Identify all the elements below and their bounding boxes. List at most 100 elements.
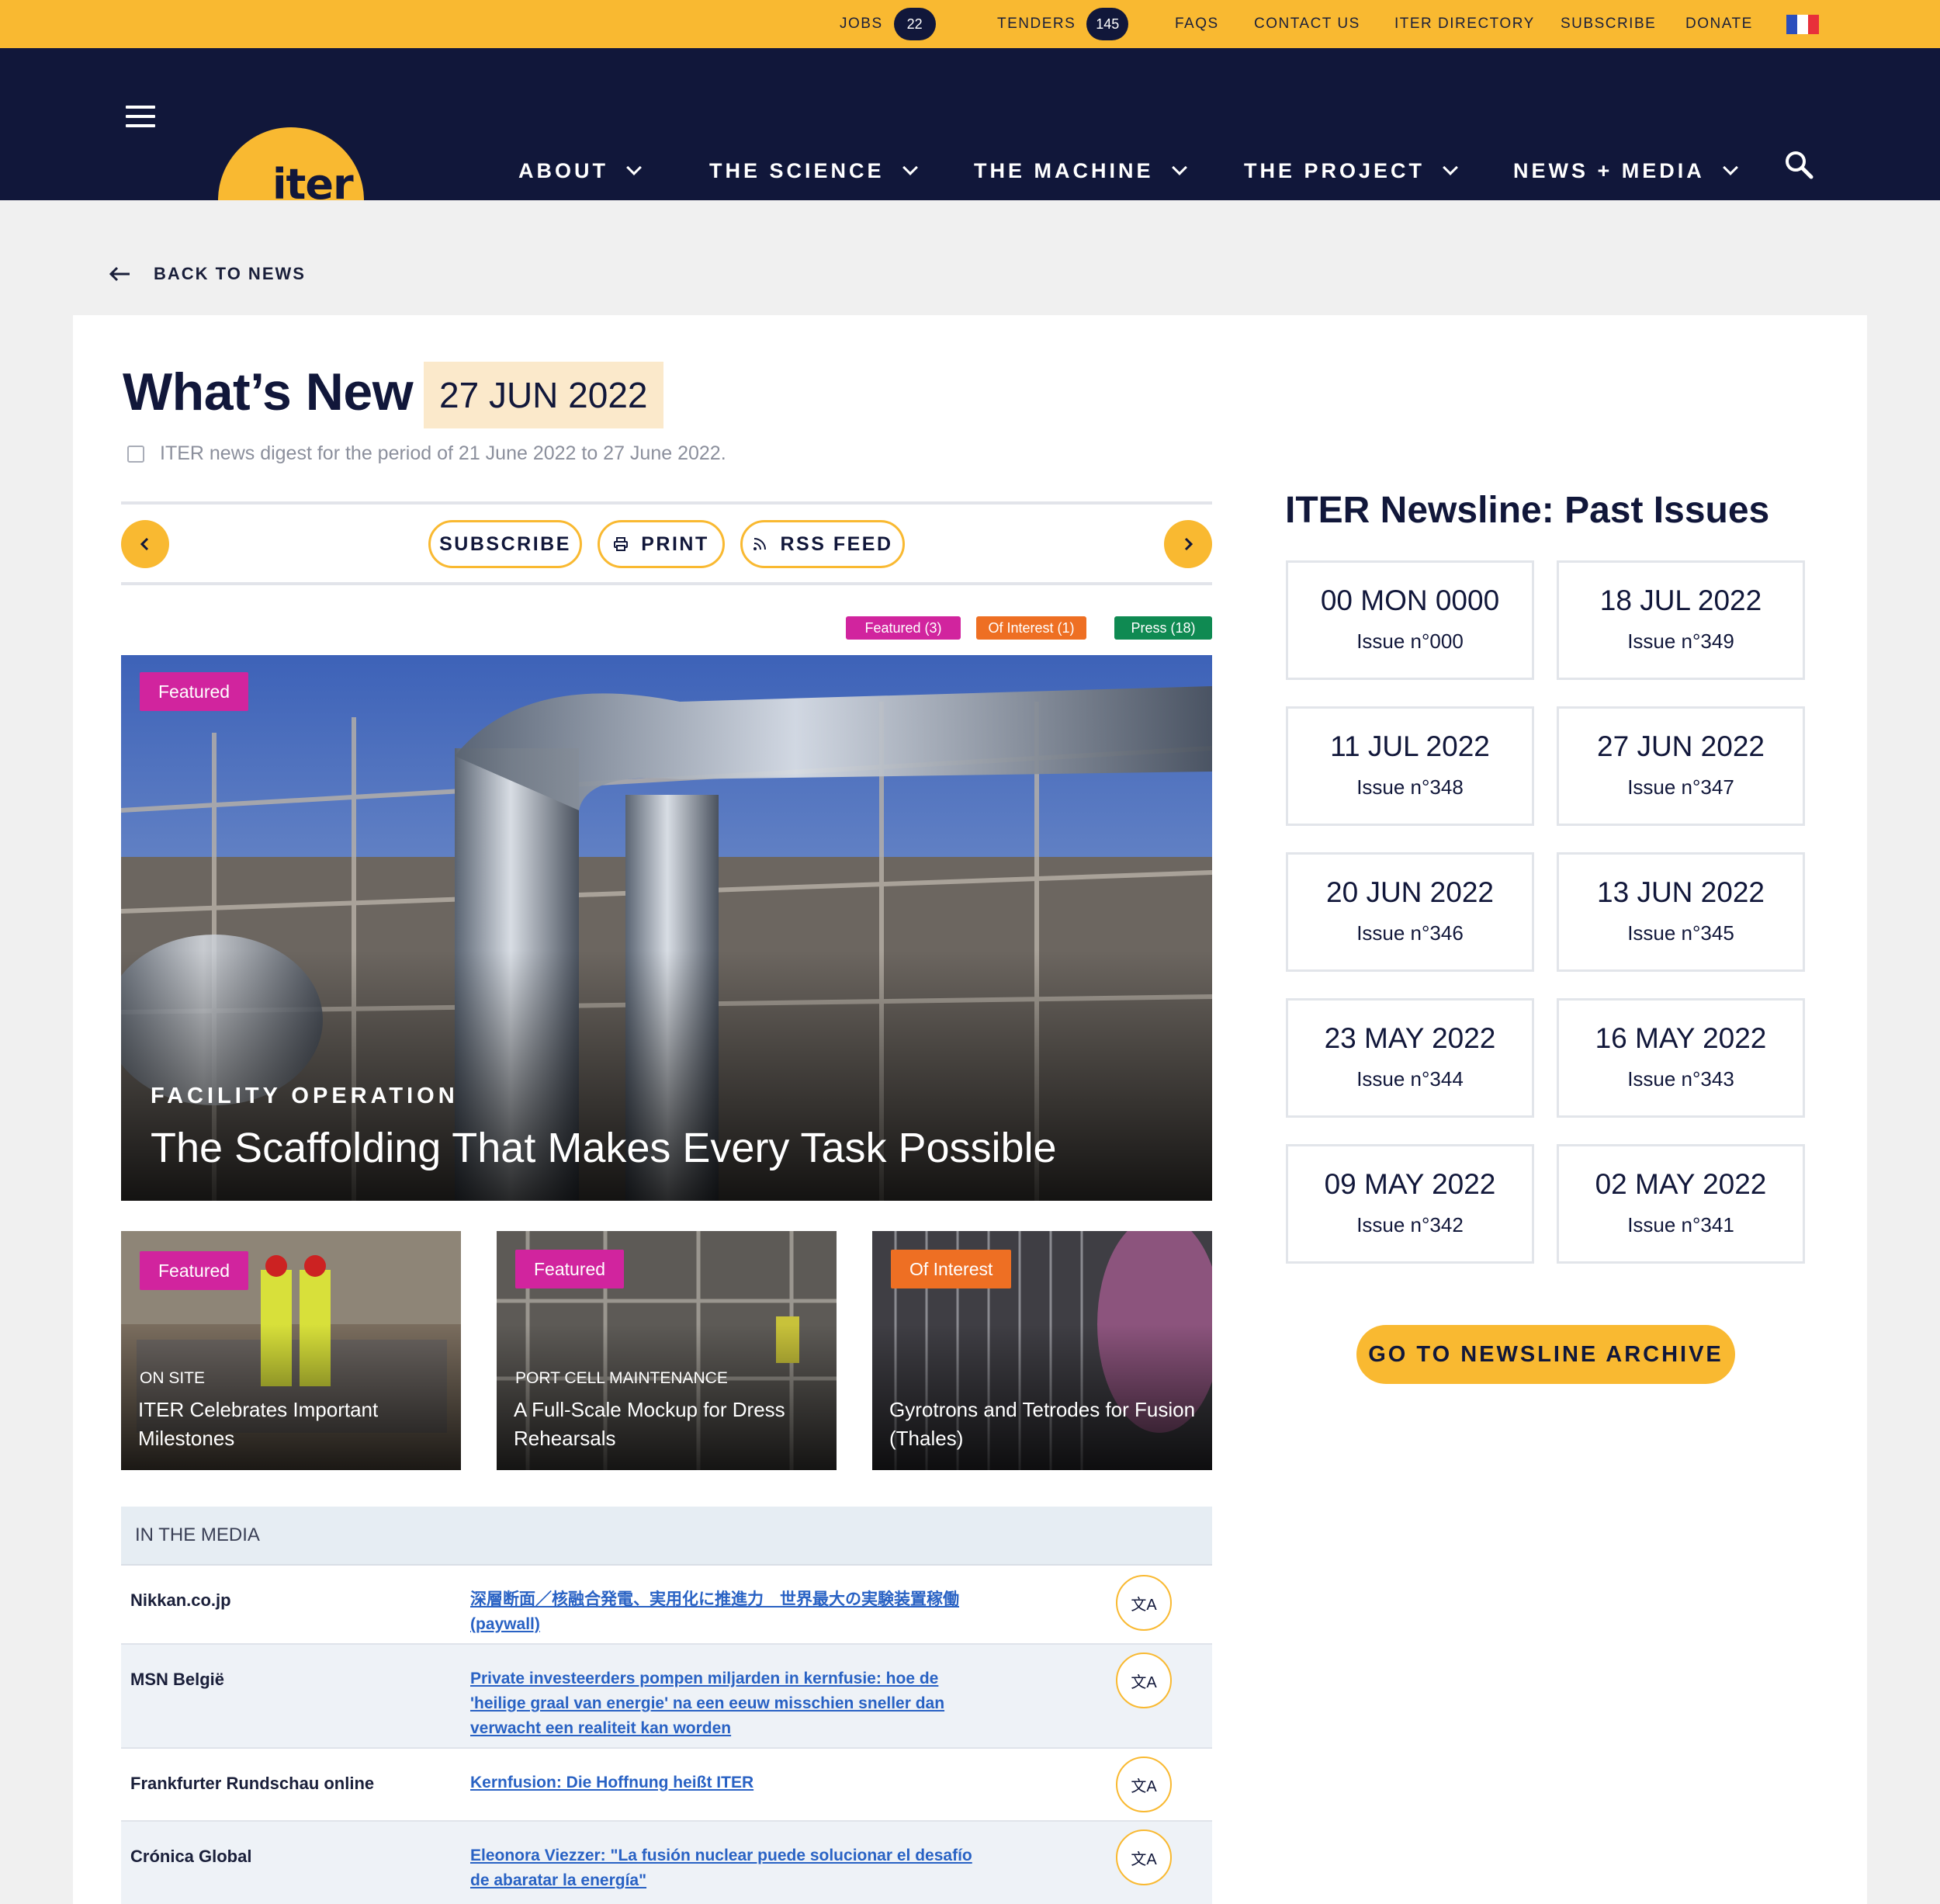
article-title[interactable]: ITER Celebrates Important Milestones (138, 1396, 449, 1453)
media-source: Crónica Global (130, 1847, 252, 1866)
previous-issue-button[interactable] (121, 520, 169, 568)
issue-date: 16 MAY 2022 (1595, 1022, 1767, 1054)
issue-number: Issue n°346 (1356, 921, 1464, 945)
issue-number: Issue n°342 (1356, 1213, 1464, 1236)
page-title: What’s New (123, 362, 414, 421)
nav-about[interactable]: About (518, 154, 642, 188)
issue-number: Issue n°344 (1356, 1067, 1464, 1091)
nav-the-machine[interactable]: The Machine (974, 154, 1187, 188)
nav-about-label: About (518, 158, 608, 182)
calendar-icon (127, 445, 144, 463)
subscribe-label: Subscribe (439, 532, 571, 555)
past-issue-card[interactable]: 18 JUL 2022 Issue n°349 (1557, 560, 1805, 680)
past-issue-card[interactable]: 27 JUN 2022 Issue n°347 (1557, 706, 1805, 826)
tenders-count-badge: 145 (1086, 8, 1129, 40)
featured-badge: Featured (515, 1250, 625, 1288)
back-to-news-link[interactable]: Back to news (109, 264, 306, 284)
issue-number: Issue n°349 (1627, 629, 1734, 653)
issue-date: 20 JUN 2022 (1326, 876, 1494, 908)
media-source: Frankfurter Rundschau online (130, 1774, 375, 1793)
past-issue-card[interactable]: 16 MAY 2022 Issue n°343 (1557, 998, 1805, 1118)
past-issues-title: ITER Newsline: Past Issues (1285, 490, 1770, 531)
article-title[interactable]: Gyrotrons and Tetrodes for Fusion (Thale… (889, 1396, 1200, 1453)
media-article-link[interactable]: 深層断面／核融合発電、実用化に推進力 世界最大の実験装置稼働 (paywall) (470, 1587, 982, 1637)
jobs-link[interactable]: Jobs 22 (840, 0, 936, 48)
issue-number: Issue n°343 (1627, 1067, 1734, 1091)
utility-bar: Jobs 22 Tenders 145 FAQs Contact us ITER… (0, 0, 1940, 48)
table-row: Nikkan.co.jp 深層断面／核融合発電、実用化に推進力 世界最大の実験装… (121, 1566, 1212, 1645)
article-card[interactable]: Featured On site ITER Celebrates Importa… (121, 1231, 461, 1470)
french-flag-icon[interactable] (1786, 15, 1819, 34)
nav-news-media[interactable]: News + Media (1513, 154, 1738, 188)
filter-of-interest[interactable]: Of Interest (1) (976, 616, 1086, 640)
rss-label: RSS Feed (780, 532, 893, 555)
search-icon[interactable] (1783, 149, 1814, 180)
chevron-right-icon (1184, 537, 1193, 551)
issue-date: 23 MAY 2022 (1324, 1022, 1496, 1054)
directory-link[interactable]: ITER Directory (1394, 0, 1535, 48)
media-article-link[interactable]: Eleonora Viezzer: "La fusión nuclear pue… (470, 1843, 982, 1893)
subscribe-button[interactable]: Subscribe (428, 520, 582, 568)
article-card[interactable]: Featured Port cell maintenance A Full-Sc… (497, 1231, 837, 1470)
rss-icon (753, 538, 767, 550)
hero-article[interactable]: Featured Facility operation The Scaffold… (121, 655, 1212, 1201)
past-issue-card[interactable]: 13 JUN 2022 Issue n°345 (1557, 852, 1805, 972)
past-issue-card[interactable]: 11 JUL 2022 Issue n°348 (1286, 706, 1534, 826)
arrow-left-icon (109, 266, 130, 282)
donate-link[interactable]: Donate (1685, 0, 1753, 48)
issue-number: Issue n°348 (1356, 775, 1464, 799)
issue-date: 00 MON 0000 (1320, 584, 1500, 616)
translate-icon[interactable]: 文A (1116, 1653, 1172, 1708)
translate-icon[interactable]: 文A (1116, 1757, 1172, 1812)
filter-featured[interactable]: Featured (3) (846, 616, 961, 640)
print-button[interactable]: Print (598, 520, 725, 568)
nav-machine-label: The Machine (974, 158, 1154, 182)
filter-press[interactable]: Press (18) (1114, 616, 1212, 640)
article-title[interactable]: A Full-Scale Mockup for Dress Rehearsals (514, 1396, 824, 1453)
chevron-down-icon (1722, 160, 1738, 175)
past-issue-card[interactable]: 00 MON 0000 Issue n°000 (1286, 560, 1534, 680)
past-issue-card[interactable]: 23 MAY 2022 Issue n°344 (1286, 998, 1534, 1118)
nav-science-label: The Science (709, 158, 885, 182)
issue-date: 11 JUL 2022 (1330, 730, 1490, 762)
nav-the-project[interactable]: The Project (1244, 154, 1458, 188)
next-issue-button[interactable] (1164, 520, 1212, 568)
issue-number: Issue n°000 (1356, 629, 1464, 653)
media-heading: In the media (121, 1507, 1212, 1566)
translate-icon[interactable]: 文A (1116, 1829, 1172, 1885)
issue-number: Issue n°341 (1627, 1213, 1734, 1236)
issue-date: 27 JUN 2022 (1597, 730, 1765, 762)
nav-project-label: The Project (1244, 158, 1426, 182)
subscribe-link[interactable]: Subscribe (1561, 0, 1656, 48)
past-issue-card[interactable]: 02 MAY 2022 Issue n°341 (1557, 1144, 1805, 1264)
past-issue-card[interactable]: 20 JUN 2022 Issue n°346 (1286, 852, 1534, 972)
hero-featured-badge: Featured (140, 672, 249, 711)
chevron-down-icon (626, 160, 642, 175)
toolbar-divider-bottom (121, 582, 1212, 585)
table-row: Frankfurter Rundschau online Kernfusion:… (121, 1749, 1212, 1822)
issue-date: 02 MAY 2022 (1595, 1168, 1767, 1200)
menu-icon[interactable] (126, 106, 155, 127)
past-issue-card[interactable]: 09 MAY 2022 Issue n°342 (1286, 1144, 1534, 1264)
table-row: Crónica Global Eleonora Viezzer: "La fus… (121, 1822, 1212, 1904)
media-article-link[interactable]: Private investeerders pompen miljarden i… (470, 1666, 982, 1741)
article-card[interactable]: Of Interest Gyrotrons and Tetrodes for F… (872, 1231, 1212, 1470)
tenders-link[interactable]: Tenders 145 (997, 0, 1129, 48)
digest-text: ITER news digest for the period of 21 Ju… (160, 442, 726, 464)
media-source: Nikkan.co.jp (130, 1590, 231, 1610)
rss-feed-button[interactable]: RSS Feed (740, 520, 905, 568)
in-the-media-table: In the media Nikkan.co.jp 深層断面／核融合発電、実用化… (121, 1507, 1212, 1904)
toolbar-divider-top (121, 501, 1212, 505)
printer-icon (614, 537, 629, 551)
hero-title[interactable]: The Scaffolding That Makes Every Task Po… (151, 1124, 1057, 1172)
contact-link[interactable]: Contact us (1254, 0, 1360, 48)
translate-icon[interactable]: 文A (1116, 1575, 1172, 1631)
media-article-link[interactable]: Kernfusion: Die Hoffnung heißt ITER (470, 1770, 982, 1795)
faqs-link[interactable]: FAQs (1175, 0, 1219, 48)
of-interest-badge: Of Interest (891, 1250, 1012, 1288)
issue-number: Issue n°345 (1627, 921, 1734, 945)
article-kicker: Port cell maintenance (515, 1369, 728, 1387)
table-row: MSN België Private investeerders pompen … (121, 1645, 1212, 1749)
newsline-archive-button[interactable]: Go to Newsline archive (1356, 1325, 1735, 1384)
nav-the-science[interactable]: The Science (709, 154, 918, 188)
